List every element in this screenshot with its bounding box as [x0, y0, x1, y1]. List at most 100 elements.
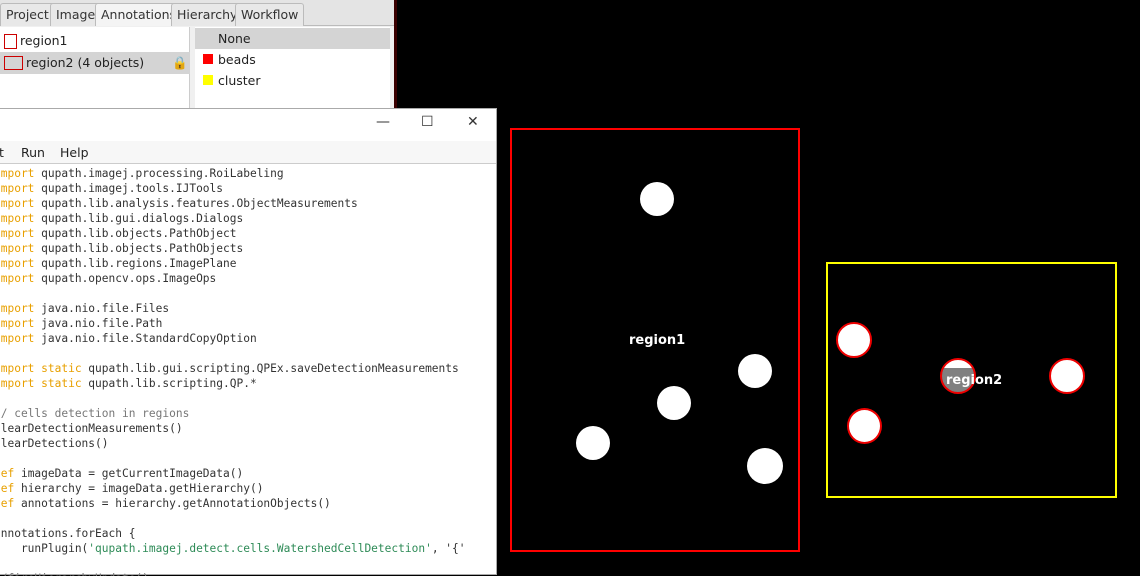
code-line: import qupath.opencv.ops.ImageOps	[0, 271, 496, 286]
analysis-panel: Project Image Annotations Hierarchy Work…	[0, 0, 397, 108]
maximize-button[interactable]: ☐	[421, 114, 434, 130]
class-item-none[interactable]: None	[195, 28, 390, 49]
class-name: beads	[218, 52, 256, 67]
detected-cell[interactable]	[1049, 358, 1085, 394]
close-button[interactable]: ✕	[467, 114, 479, 130]
annotation-name: region2 (4 objects)	[26, 55, 145, 70]
code-token: clearDetectionMeasurements()	[0, 422, 183, 435]
image-viewer[interactable]: region1 region2	[397, 0, 1140, 575]
bead	[657, 386, 691, 420]
code-line: import qupath.lib.analysis.features.Obje…	[0, 196, 496, 211]
code-token: def	[0, 497, 15, 510]
annotation-item-region1[interactable]: region1	[0, 30, 190, 52]
minimize-button[interactable]: —	[376, 114, 390, 130]
code-token: //fireHierarchyUpdate()	[0, 572, 149, 576]
code-line: import qupath.lib.objects.PathObject	[0, 226, 496, 241]
region2-label: region2	[946, 373, 1003, 388]
code-token: // cells detection in regions	[0, 407, 190, 420]
code-line: annotations.forEach {	[0, 526, 496, 541]
title-bar[interactable]: — ☐ ✕	[0, 109, 496, 139]
tab-image[interactable]: Image	[50, 3, 102, 26]
menu-edit[interactable]: t	[0, 145, 4, 160]
code-token: import	[0, 212, 35, 225]
code-line: }	[0, 556, 496, 571]
code-token: qupath.lib.scripting.QP.*	[81, 377, 257, 390]
menu-run[interactable]: Run	[21, 145, 45, 160]
annotation-color-swatch	[4, 34, 17, 49]
code-token: runPlugin(	[0, 542, 89, 555]
code-line: // cells detection in regions	[0, 406, 496, 421]
region1-label: region1	[629, 333, 686, 348]
class-name: None	[218, 31, 251, 46]
script-editor-window: — ☐ ✕ t Run Help import qupath.imagej.pr…	[0, 108, 497, 576]
code-token: import	[0, 227, 35, 240]
code-line: def imageData = getCurrentImageData()	[0, 466, 496, 481]
bead	[576, 426, 610, 460]
code-token: hierarchy = imageData.getHierarchy()	[14, 482, 264, 495]
class-item-cluster[interactable]: cluster	[195, 70, 390, 91]
menu-bar: t Run Help	[0, 141, 496, 164]
tab-annotations[interactable]: Annotations	[95, 3, 183, 26]
lock-icon: 🔒	[172, 55, 188, 70]
code-token: import	[0, 197, 35, 210]
code-line: clearDetectionMeasurements()	[0, 421, 496, 436]
class-list: None beads cluster	[195, 27, 390, 108]
class-color-swatch	[203, 54, 213, 64]
code-editor[interactable]: import qupath.imagej.processing.RoiLabel…	[0, 165, 496, 576]
code-token: import	[0, 272, 35, 285]
detected-cell[interactable]	[847, 408, 882, 444]
code-line: import qupath.lib.regions.ImagePlane	[0, 256, 496, 271]
code-token: imageData = getCurrentImageData()	[14, 467, 244, 480]
code-token: import	[0, 332, 35, 345]
bead	[738, 354, 772, 388]
class-color-swatch	[203, 75, 213, 85]
code-token: import static	[0, 362, 82, 375]
tab-workflow[interactable]: Workflow	[235, 3, 305, 26]
code-token: import	[0, 302, 35, 315]
code-token: def	[0, 467, 15, 480]
detected-cell[interactable]	[836, 322, 872, 358]
tab-project[interactable]: Project	[0, 3, 55, 26]
code-token: import static	[0, 377, 82, 390]
class-item-beads[interactable]: beads	[195, 49, 390, 70]
code-line: import java.nio.file.Path	[0, 316, 496, 331]
code-line: def annotations = hierarchy.getAnnotatio…	[0, 496, 496, 511]
code-token: qupath.lib.objects.PathObjects	[34, 242, 244, 255]
code-line: import qupath.imagej.tools.IJTools	[0, 181, 496, 196]
code-line: import static qupath.lib.scripting.QP.*	[0, 376, 496, 391]
code-line: import java.nio.file.Files	[0, 301, 496, 316]
code-token: qupath.lib.regions.ImagePlane	[34, 257, 237, 270]
code-token: , '{'	[431, 542, 466, 555]
code-token: qupath.lib.gui.scripting.QPEx.saveDetect…	[81, 362, 459, 375]
menu-help[interactable]: Help	[60, 145, 89, 160]
bead	[747, 448, 783, 484]
code-line: //fireHierarchyUpdate()	[0, 571, 496, 576]
class-name: cluster	[218, 73, 261, 88]
annotation-color-swatch	[4, 56, 23, 70]
code-line: def hierarchy = imageData.getHierarchy()	[0, 481, 496, 496]
code-token: import	[0, 317, 35, 330]
code-line: clearDetections()	[0, 436, 496, 451]
tab-hierarchy[interactable]: Hierarchy	[171, 3, 244, 26]
code-line: runPlugin('qupath.imagej.detect.cells.Wa…	[0, 541, 496, 556]
annotation-list: region1 region2 (4 objects) 🔒	[0, 27, 190, 108]
tab-bar: Project Image Annotations Hierarchy Work…	[0, 0, 394, 26]
code-token: import	[0, 167, 35, 180]
code-token: def	[0, 482, 15, 495]
code-line: import static qupath.lib.gui.scripting.Q…	[0, 361, 496, 376]
code-token: java.nio.file.StandardCopyOption	[34, 332, 257, 345]
code-line: import qupath.imagej.processing.RoiLabel…	[0, 166, 496, 181]
annotation-item-region2[interactable]: region2 (4 objects) 🔒	[0, 52, 190, 74]
code-token: qupath.lib.objects.PathObject	[34, 227, 237, 240]
code-token: import	[0, 257, 35, 270]
code-token: }	[0, 557, 1, 570]
code-token: 'qupath.imagej.detect.cells.WatershedCel…	[88, 542, 432, 555]
code-token: clearDetections()	[0, 437, 109, 450]
bead	[640, 182, 674, 216]
annotation-name: region1	[20, 33, 68, 48]
